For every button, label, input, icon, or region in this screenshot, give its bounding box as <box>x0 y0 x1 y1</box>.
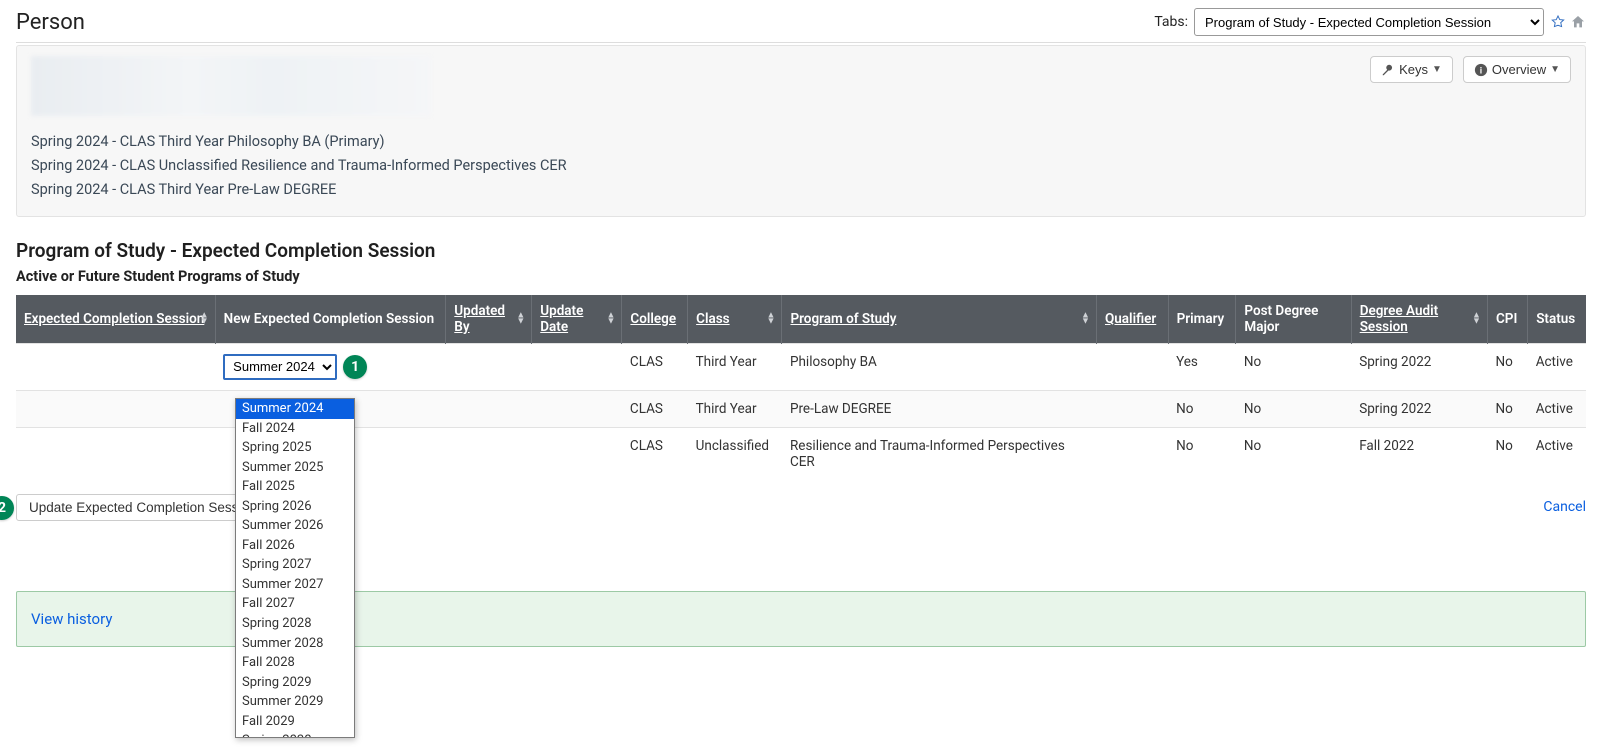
col-degree-audit[interactable]: Degree Audit Session▲▼ <box>1351 295 1487 344</box>
col-new-expected: New Expected Completion Session <box>215 295 446 344</box>
session-option[interactable]: Summer 2026 <box>236 516 354 536</box>
callout-badge-2: 2 <box>0 496 14 520</box>
divider <box>16 42 1586 43</box>
info-icon: i <box>1474 63 1488 77</box>
session-option[interactable]: Summer 2027 <box>236 575 354 595</box>
col-class[interactable]: Class▲▼ <box>688 295 782 344</box>
key-icon <box>1381 63 1395 77</box>
tabs-label: Tabs: <box>1154 14 1188 30</box>
session-option[interactable]: Fall 2029 <box>236 712 354 732</box>
session-option[interactable]: Summer 2025 <box>236 458 354 478</box>
col-update-date[interactable]: Update Date▲▼ <box>532 295 622 344</box>
view-history-link[interactable]: View history <box>31 610 112 628</box>
col-cpi: CPI <box>1487 295 1527 344</box>
col-qualifier[interactable]: Qualifier <box>1096 295 1168 344</box>
section-title: Program of Study - Expected Completion S… <box>16 239 1586 262</box>
col-expected[interactable]: Expected Completion Session▲▼ <box>16 295 215 344</box>
session-option[interactable]: Summer 2029 <box>236 692 354 712</box>
col-college[interactable]: College <box>622 295 688 344</box>
program-line: Spring 2024 - CLAS Third Year Pre-Law DE… <box>31 178 1571 202</box>
new-session-select[interactable]: Summer 2024 <box>223 354 337 380</box>
page-title: Person <box>16 10 85 35</box>
subsection-title: Active or Future Student Programs of Stu… <box>16 268 1586 285</box>
callout-badge-1: 1 <box>343 355 367 379</box>
table-row: Summer 2024 1 CLAS Third Year Philosophy… <box>16 343 1586 390</box>
svg-text:i: i <box>1480 65 1482 75</box>
program-summary-lines: Spring 2024 - CLAS Third Year Philosophy… <box>31 130 1571 202</box>
session-option[interactable]: Spring 2028 <box>236 614 354 634</box>
program-line: Spring 2024 - CLAS Unclassified Resilien… <box>31 154 1571 178</box>
overview-button-label: Overview <box>1492 62 1546 77</box>
session-option[interactable]: Fall 2024 <box>236 419 354 439</box>
favorite-star-icon[interactable] <box>1550 14 1566 30</box>
redacted-person-block <box>31 56 431 116</box>
session-dropdown-list[interactable]: Summer 2024Fall 2024Spring 2025Summer 20… <box>235 398 355 738</box>
col-program[interactable]: Program of Study▲▼ <box>782 295 1097 344</box>
session-option[interactable]: Spring 2029 <box>236 673 354 693</box>
session-option[interactable]: Fall 2026 <box>236 536 354 556</box>
caret-down-icon: ▼ <box>1432 64 1442 75</box>
col-status: Status <box>1528 295 1586 344</box>
session-option[interactable]: Fall 2025 <box>236 477 354 497</box>
col-post-degree: Post Degree Major <box>1236 295 1351 344</box>
session-option[interactable]: Fall 2028 <box>236 653 354 673</box>
keys-button[interactable]: Keys ▼ <box>1370 56 1453 83</box>
session-option[interactable]: Spring 2030 <box>236 731 354 738</box>
keys-button-label: Keys <box>1399 62 1428 77</box>
col-primary: Primary <box>1168 295 1236 344</box>
session-option[interactable]: Summer 2028 <box>236 634 354 654</box>
tabs-select[interactable]: Program of Study - Expected Completion S… <box>1194 8 1544 36</box>
caret-down-icon: ▼ <box>1550 64 1560 75</box>
info-panel: Keys ▼ i Overview ▼ Spring 2024 - CLAS T… <box>16 45 1586 217</box>
program-line: Spring 2024 - CLAS Third Year Philosophy… <box>31 130 1571 154</box>
session-option[interactable]: Spring 2026 <box>236 497 354 517</box>
session-option[interactable]: Summer 2024 <box>236 399 354 419</box>
overview-button[interactable]: i Overview ▼ <box>1463 56 1571 83</box>
home-icon[interactable] <box>1570 14 1586 30</box>
cancel-link[interactable]: Cancel <box>1543 499 1586 515</box>
session-option[interactable]: Fall 2027 <box>236 594 354 614</box>
session-option[interactable]: Spring 2027 <box>236 555 354 575</box>
session-option[interactable]: Spring 2025 <box>236 438 354 458</box>
col-updated-by[interactable]: Updated By▲▼ <box>446 295 532 344</box>
